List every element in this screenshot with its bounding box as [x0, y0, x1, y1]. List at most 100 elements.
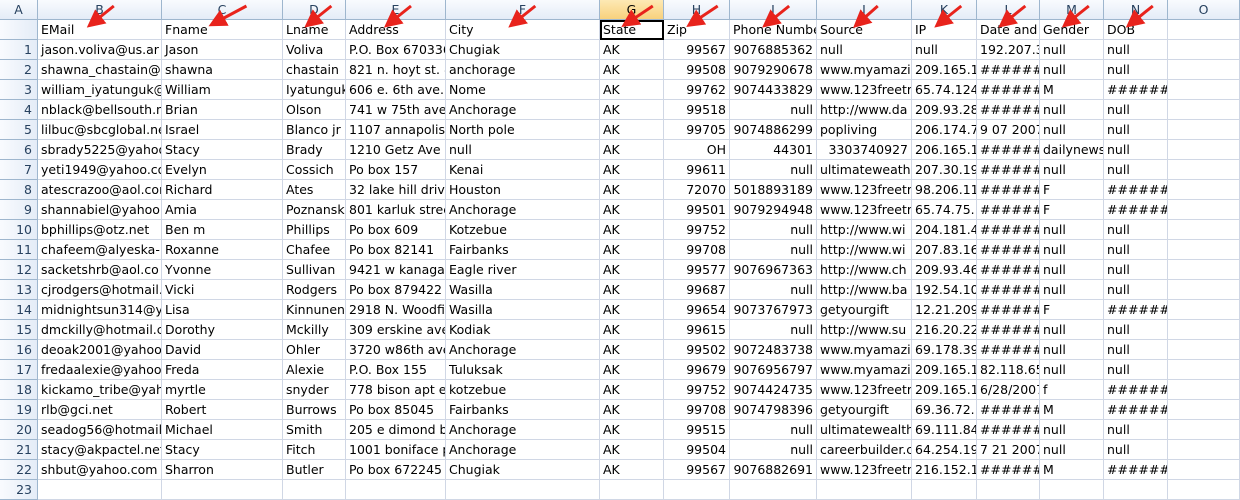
row-header[interactable] — [0, 20, 38, 40]
cell[interactable]: 69.178.39. — [912, 340, 977, 360]
cell[interactable] — [1168, 100, 1240, 120]
cell[interactable]: AK — [600, 160, 664, 180]
cell[interactable]: ######## — [977, 220, 1040, 240]
cell[interactable] — [446, 480, 600, 500]
cell[interactable]: 206.165.11 — [912, 140, 977, 160]
cell[interactable]: Iyatunguk — [283, 80, 346, 100]
cell[interactable]: 3303740927 — [817, 140, 912, 160]
cell[interactable]: AK — [600, 320, 664, 340]
cell[interactable]: stacy@akpactel.net — [38, 440, 162, 460]
cell[interactable]: null — [446, 140, 600, 160]
cell[interactable]: www.myamazi — [817, 340, 912, 360]
column-header-l[interactable]: L — [977, 0, 1040, 20]
cell[interactable]: Poznanski — [283, 200, 346, 220]
cell[interactable]: null — [1040, 420, 1104, 440]
cell[interactable]: 9 07 2007 : — [977, 120, 1040, 140]
cell[interactable]: shbut@yahoo.com — [38, 460, 162, 480]
cell[interactable]: Sullivan — [283, 260, 346, 280]
cell[interactable] — [1168, 460, 1240, 480]
cell[interactable]: ######## — [1104, 300, 1168, 320]
cell[interactable]: ultimatewealth — [817, 420, 912, 440]
cell[interactable]: seadog56@hotmail — [38, 420, 162, 440]
cell[interactable]: 9074886299 — [730, 120, 817, 140]
cell[interactable] — [1168, 400, 1240, 420]
cell[interactable]: 209.165.13 — [912, 360, 977, 380]
cell[interactable]: 9079294948 — [730, 200, 817, 220]
cell[interactable]: 82.118.65. — [977, 360, 1040, 380]
cell[interactable]: www.123freetr — [817, 380, 912, 400]
cell[interactable]: Mckilly — [283, 320, 346, 340]
cell[interactable]: Nome — [446, 80, 600, 100]
cell[interactable]: myrtle — [162, 380, 283, 400]
cell[interactable]: P.O. Box 670336 — [346, 40, 446, 60]
cell[interactable]: sbrady5225@yahoo — [38, 140, 162, 160]
cell[interactable]: Anchorage — [446, 200, 600, 220]
cell[interactable]: jason.voliva@us.ar — [38, 40, 162, 60]
cell[interactable]: Lisa — [162, 300, 283, 320]
cell[interactable]: 99515 — [664, 420, 730, 440]
row-header[interactable]: 20 — [0, 420, 38, 440]
row-header[interactable]: 2 — [0, 60, 38, 80]
cell[interactable]: midnightsun314@y — [38, 300, 162, 320]
cell[interactable]: 6/28/2007 — [977, 380, 1040, 400]
cell[interactable]: 1001 boniface p — [346, 440, 446, 460]
cell[interactable]: www.myamazi — [817, 360, 912, 380]
cell[interactable]: 99508 — [664, 60, 730, 80]
cell[interactable]: null — [817, 40, 912, 60]
cell[interactable]: Po box 85045 — [346, 400, 446, 420]
cell[interactable]: AK — [600, 360, 664, 380]
row-header[interactable]: 21 — [0, 440, 38, 460]
row-header[interactable]: 22 — [0, 460, 38, 480]
cell[interactable]: 99654 — [664, 300, 730, 320]
cell[interactable]: getyourgift — [817, 400, 912, 420]
cell[interactable]: null — [1040, 360, 1104, 380]
header-cell[interactable]: Phone Numbe — [730, 20, 817, 40]
cell[interactable]: Chugiak — [446, 460, 600, 480]
cell[interactable]: deoak2001@yahoo. — [38, 340, 162, 360]
cell[interactable]: William — [162, 80, 283, 100]
cell[interactable]: AK — [600, 220, 664, 240]
cell[interactable]: Alexie — [283, 360, 346, 380]
row-header[interactable]: 11 — [0, 240, 38, 260]
cell[interactable]: AK — [600, 140, 664, 160]
row-header[interactable]: 17 — [0, 360, 38, 380]
cell[interactable]: 216.20.221 — [912, 320, 977, 340]
cell[interactable]: null — [730, 440, 817, 460]
cell[interactable] — [38, 480, 162, 500]
cell[interactable]: Po box 879422 — [346, 280, 446, 300]
column-header-i[interactable]: I — [730, 0, 817, 20]
header-cell[interactable]: Zip — [664, 20, 730, 40]
cell[interactable] — [162, 480, 283, 500]
cell[interactable]: 9421 w kanaga l — [346, 260, 446, 280]
cell[interactable]: 209.93.46. — [912, 260, 977, 280]
header-cell[interactable]: Lname — [283, 20, 346, 40]
cell[interactable]: Vicki — [162, 280, 283, 300]
cell[interactable]: Fairbanks — [446, 400, 600, 420]
cell[interactable]: http://www.wi — [817, 240, 912, 260]
cell[interactable]: null — [1104, 240, 1168, 260]
cell[interactable]: 99577 — [664, 260, 730, 280]
row-header[interactable]: 9 — [0, 200, 38, 220]
cell[interactable]: null — [1040, 160, 1104, 180]
cell[interactable] — [1168, 340, 1240, 360]
cell[interactable]: null — [912, 40, 977, 60]
cell[interactable]: 9074798396 — [730, 400, 817, 420]
cell[interactable] — [977, 480, 1040, 500]
cell[interactable]: Stacy — [162, 140, 283, 160]
cell[interactable] — [1168, 300, 1240, 320]
column-header-k[interactable]: K — [912, 0, 977, 20]
cell[interactable]: 12.21.209. — [912, 300, 977, 320]
cell[interactable] — [1168, 240, 1240, 260]
cell[interactable] — [1168, 40, 1240, 60]
header-cell[interactable] — [1168, 20, 1240, 40]
row-header[interactable]: 23 — [0, 480, 38, 500]
cell[interactable] — [1040, 480, 1104, 500]
cell[interactable]: 9074424735 — [730, 380, 817, 400]
row-header[interactable]: 19 — [0, 400, 38, 420]
row-header[interactable]: 8 — [0, 180, 38, 200]
cell[interactable]: snyder — [283, 380, 346, 400]
cell[interactable]: F — [1040, 300, 1104, 320]
cell[interactable]: Po box 157 — [346, 160, 446, 180]
column-header-j[interactable]: J — [817, 0, 912, 20]
cell[interactable]: ######## — [977, 140, 1040, 160]
